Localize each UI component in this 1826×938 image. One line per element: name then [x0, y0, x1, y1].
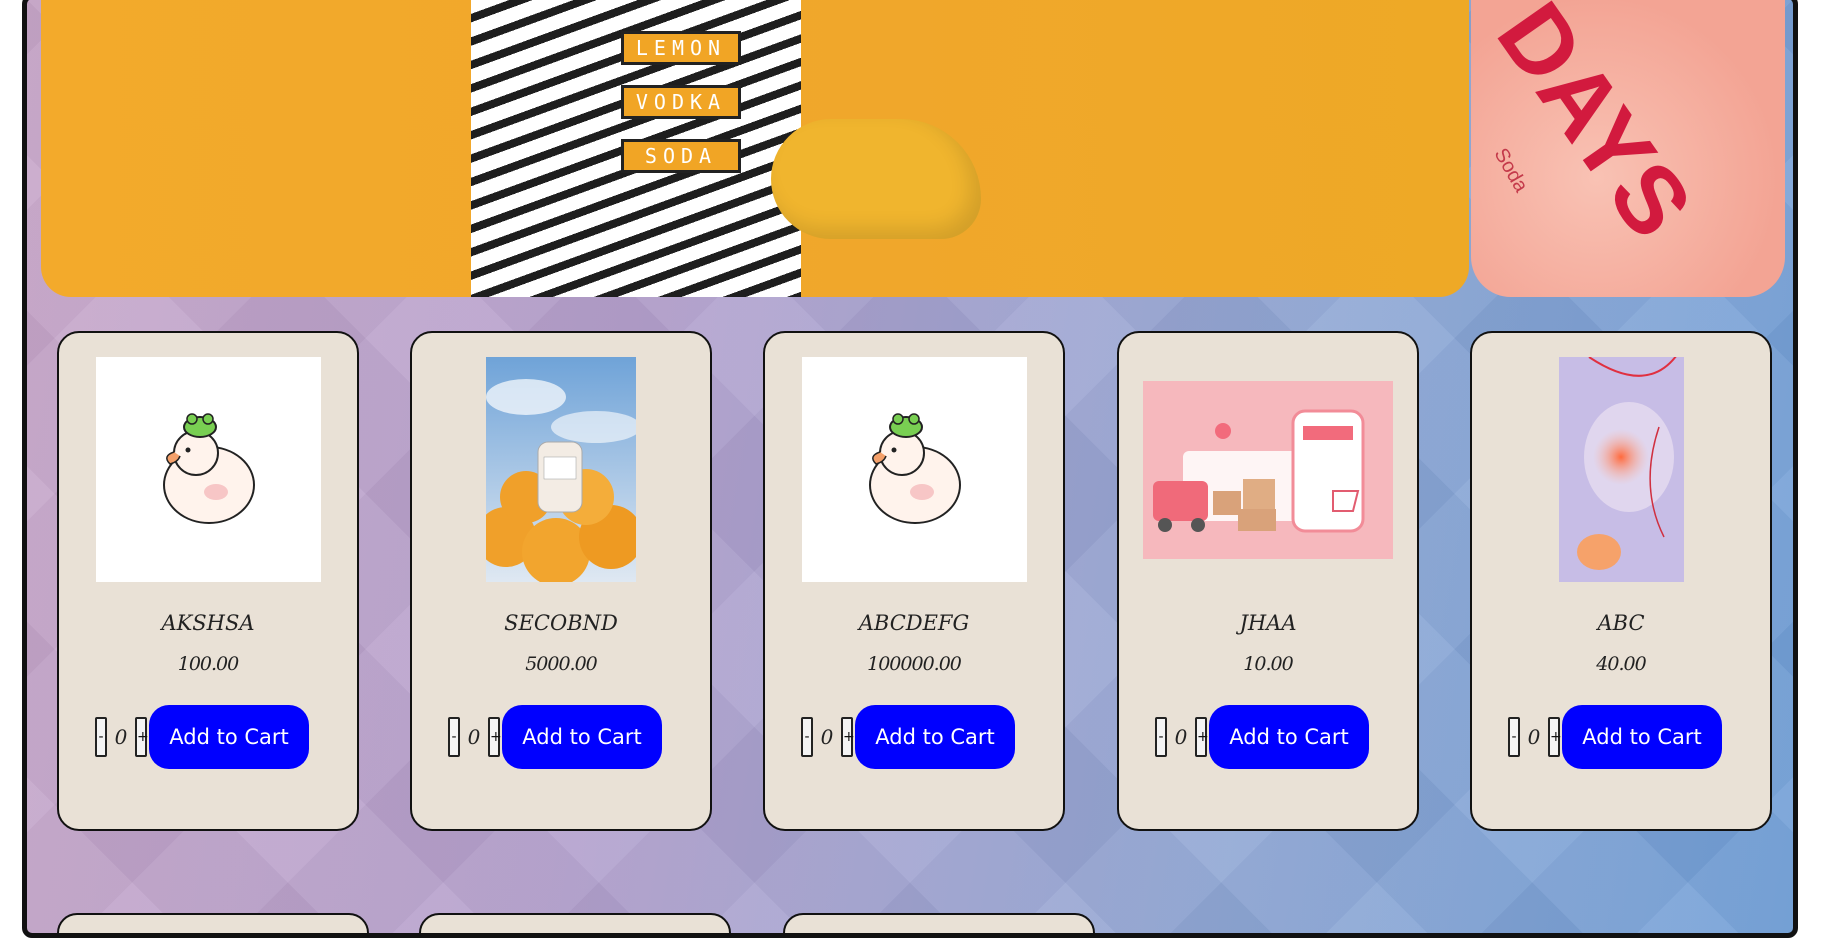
product-card: ABCDEFG 100000.00 - 0 + Add to Cart — [763, 331, 1065, 831]
product-card-partial — [57, 913, 369, 933]
page-frame: LEMON VODKA SODA DAYS Soda AKSHSA 100.00… — [22, 0, 1798, 938]
quantity-value: 0 — [467, 725, 481, 749]
duck-with-frog-image — [801, 357, 1027, 582]
add-to-cart-button[interactable]: Add to Cart — [855, 705, 1015, 769]
product-card: ABC 40.00 - 0 + Add to Cart — [1470, 331, 1772, 831]
quantity-value: 0 — [1527, 725, 1541, 749]
product-card-partial — [783, 913, 1095, 933]
decrement-button[interactable]: - — [1508, 717, 1520, 757]
product-price: 5000.00 — [525, 653, 598, 675]
delivery-truck-phone-image — [1143, 380, 1393, 559]
product-card: JHAA 10.00 - 0 + Add to Cart — [1117, 331, 1419, 831]
quantity-stepper: - 0 + Add to Cart — [1508, 705, 1722, 769]
increment-button[interactable]: + — [1195, 717, 1209, 757]
increment-button[interactable]: + — [841, 717, 855, 757]
quantity-value: 0 — [820, 725, 834, 749]
quantity-value: 0 — [1174, 725, 1188, 749]
product-name: ABC — [1597, 611, 1645, 635]
product-price: 40.00 — [1596, 653, 1646, 675]
add-to-cart-button[interactable]: Add to Cart — [1562, 705, 1722, 769]
increment-button[interactable]: + — [488, 717, 502, 757]
decrement-button[interactable]: - — [95, 717, 107, 757]
product-name: ABCDEFG — [858, 611, 970, 635]
duck-with-frog-image — [95, 357, 321, 582]
quantity-stepper: - 0 + Add to Cart — [448, 705, 662, 769]
product-name: SECOBND — [504, 611, 618, 635]
can-label: SODA — [621, 139, 741, 173]
hand-image — [771, 119, 981, 239]
product-card: SECOBND 5000.00 - 0 + Add to Cart — [410, 331, 712, 831]
product-price: 100000.00 — [867, 653, 962, 675]
decrement-button[interactable]: - — [801, 717, 813, 757]
product-card: AKSHSA 100.00 - 0 + Add to Cart — [57, 331, 359, 831]
decrement-button[interactable]: - — [1155, 717, 1167, 757]
product-price: 10.00 — [1243, 653, 1293, 675]
can-label: LEMON — [621, 31, 741, 65]
quantity-value: 0 — [114, 725, 128, 749]
serum-bottle-oranges-image — [486, 357, 636, 582]
quantity-stepper: - 0 + Add to Cart — [95, 705, 309, 769]
can-label: VODKA — [621, 85, 741, 119]
product-name: JHAA — [1239, 611, 1297, 635]
product-card-partial — [419, 913, 731, 933]
add-to-cart-button[interactable]: Add to Cart — [1209, 705, 1369, 769]
quantity-stepper: - 0 + Add to Cart — [1155, 705, 1369, 769]
add-to-cart-button[interactable]: Add to Cart — [149, 705, 309, 769]
product-name: AKSHSA — [161, 611, 255, 635]
quantity-stepper: - 0 + Add to Cart — [801, 705, 1015, 769]
abstract-shapes-image — [1558, 357, 1684, 582]
add-to-cart-button[interactable]: Add to Cart — [502, 705, 662, 769]
decrement-button[interactable]: - — [448, 717, 460, 757]
hero-banner: LEMON VODKA SODA — [41, 0, 1469, 297]
increment-button[interactable]: + — [135, 717, 149, 757]
product-price: 100.00 — [177, 653, 239, 675]
increment-button[interactable]: + — [1548, 717, 1562, 757]
